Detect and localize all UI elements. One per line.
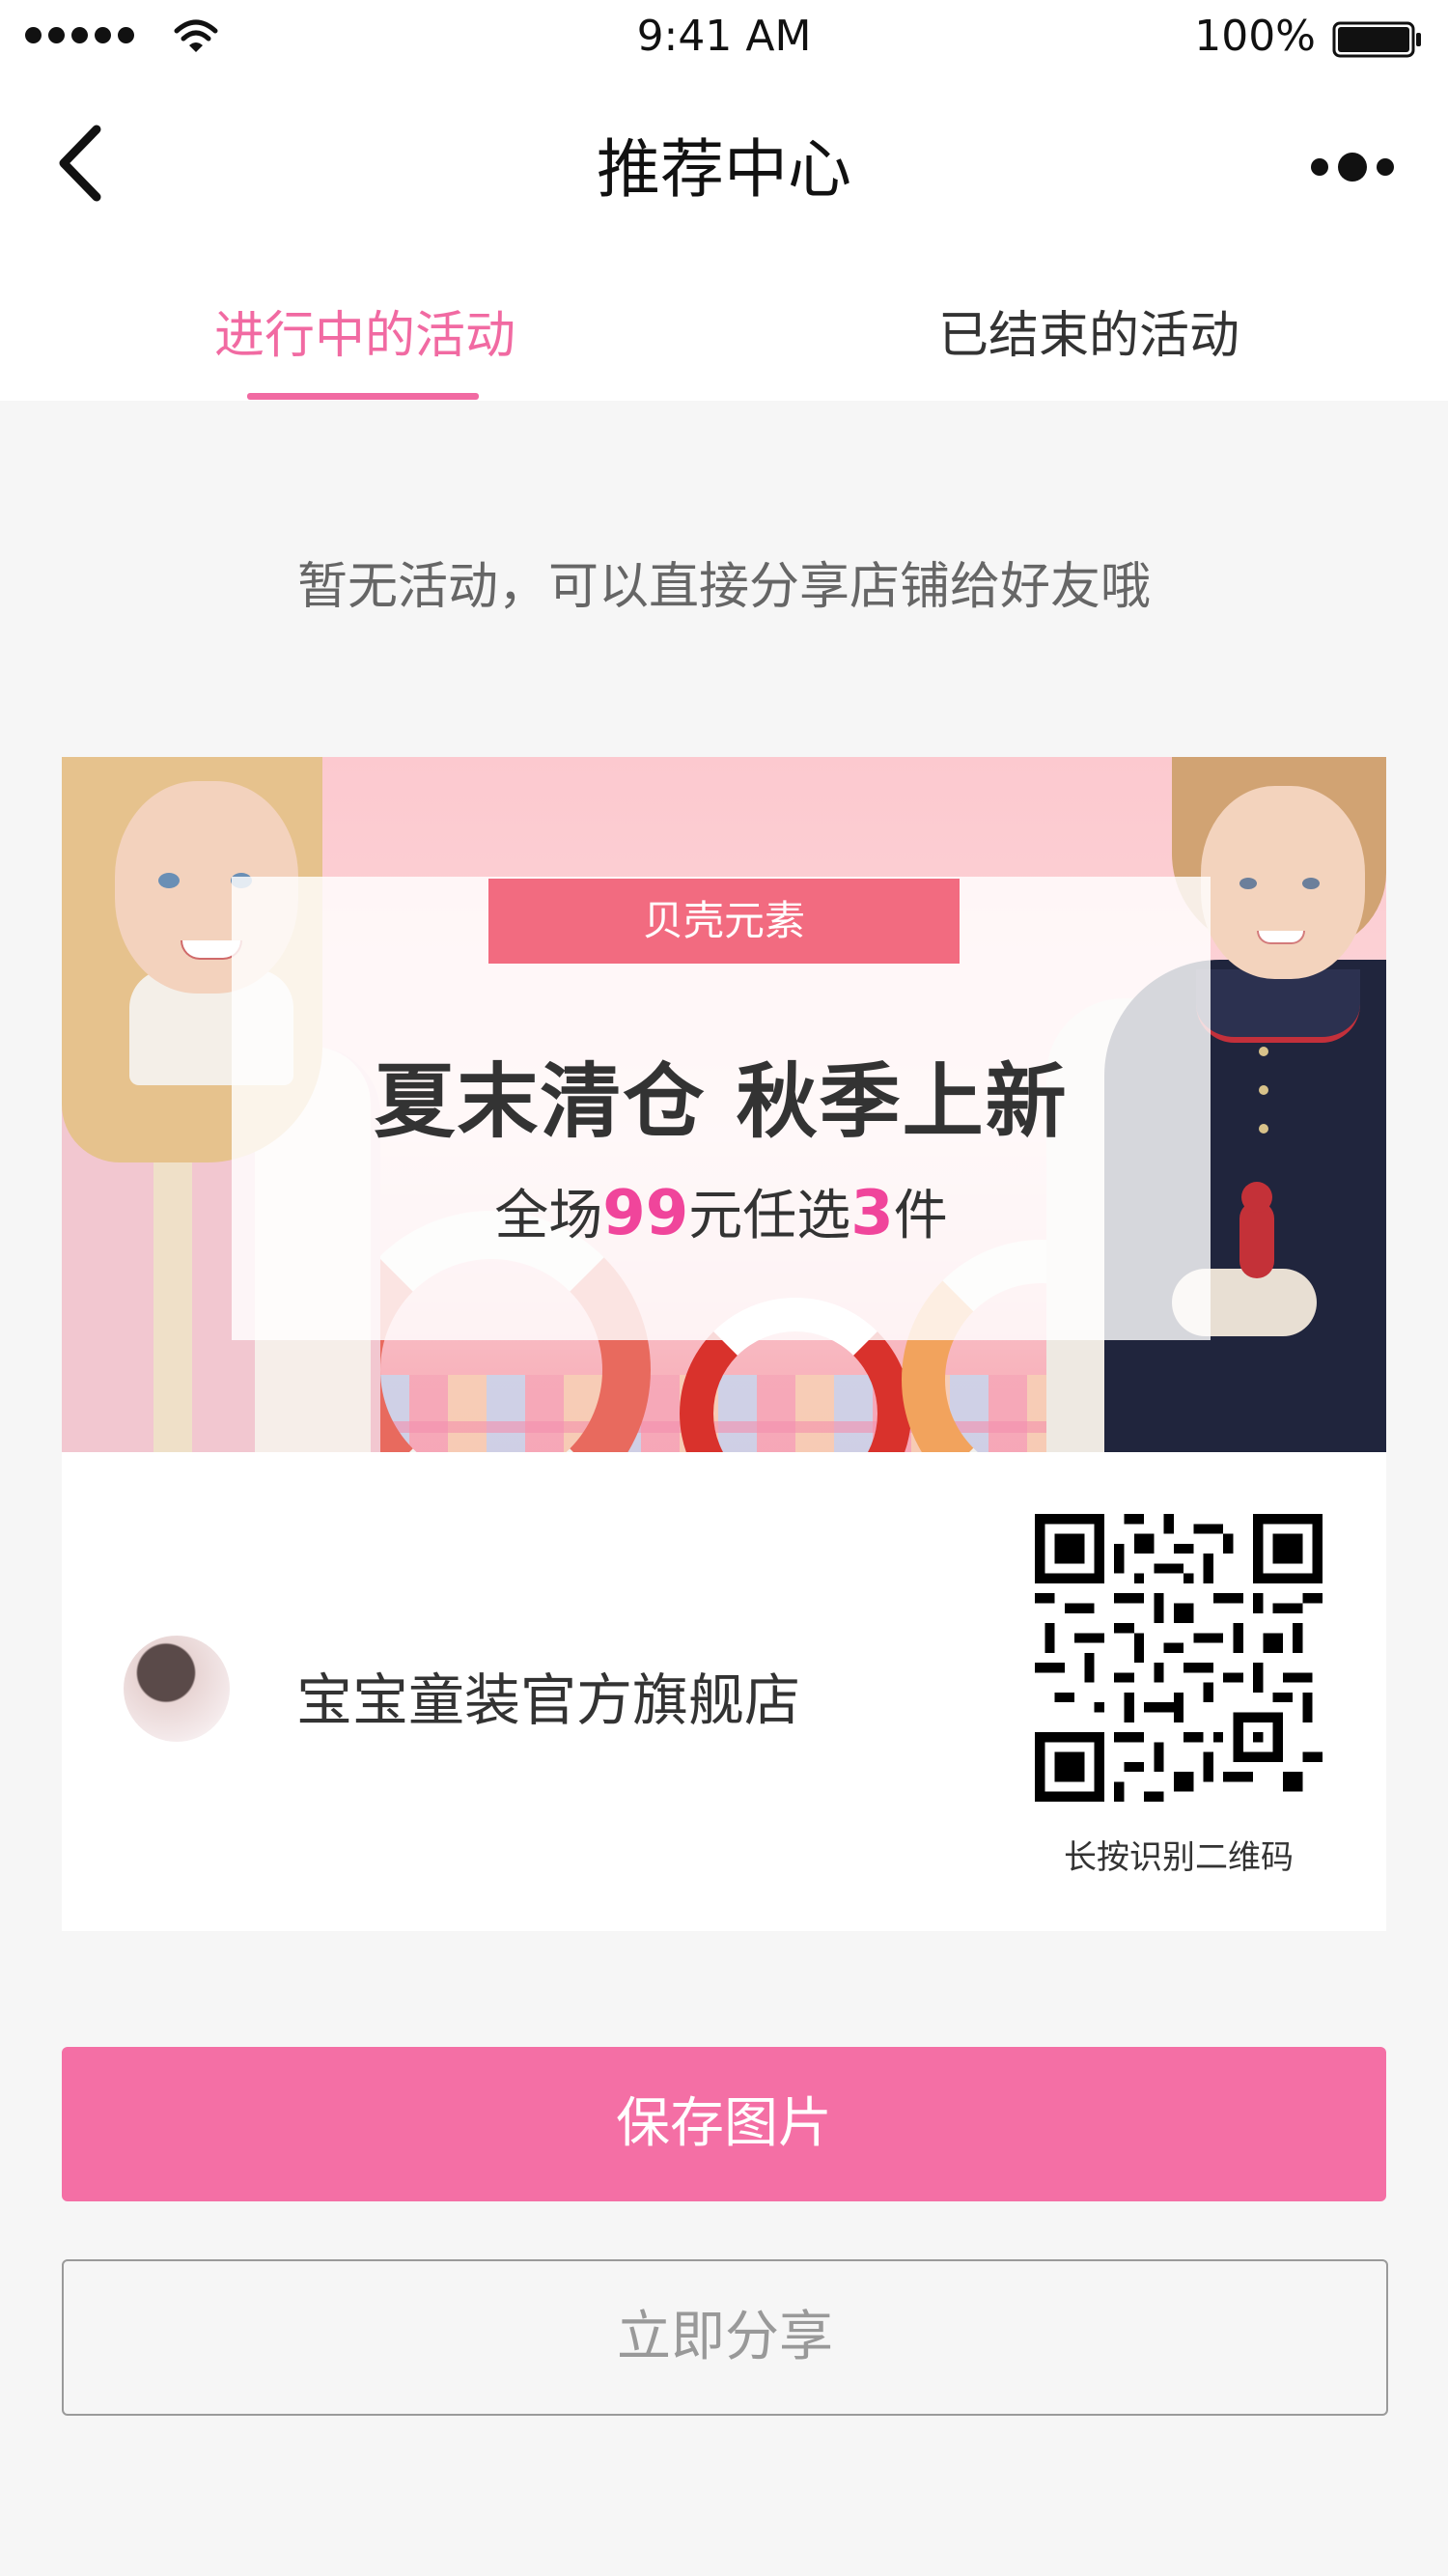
banner-promo-text: 全场99元任选3件 [494,1178,948,1249]
page-title: 推荐中心 [597,132,851,207]
banner-headline: 夏末清仓 秋季上新 [374,1054,1069,1149]
tab-ongoing-activities[interactable]: 进行中的活动 [214,294,515,367]
active-tab-indicator [247,393,479,400]
qr-caption: 长按识别二维码 [1064,1838,1294,1877]
share-poster: 贝壳元素 夏末清仓 秋季上新 全场99元任选3件 宝宝童装官方旗舰店 长按识别二… [62,757,1386,1931]
promo-banner-image: 贝壳元素 夏末清仓 秋季上新 全场99元任选3件 [62,757,1386,1452]
empty-state-message: 暂无活动，可以直接分享店铺给好友哦 [296,558,1151,616]
save-image-button[interactable]: 保存图片 [62,2047,1386,2201]
battery-icon [1332,21,1421,58]
navigation-bar: 推荐中心 [0,77,1448,246]
tab-ended-activities[interactable]: 已结束的活动 [938,294,1239,367]
share-now-button[interactable]: 立即分享 [62,2259,1388,2416]
shop-avatar [124,1636,230,1742]
more-options-icon[interactable] [1311,153,1394,182]
battery-percentage: 100% [1194,12,1316,61]
shop-name: 宝宝童装官方旗舰店 [296,1667,801,1733]
status-bar: 9:41 AM 100% [0,0,1448,77]
activity-tabs: 进行中的活动 已结束的活动 [0,246,1448,401]
brand-tag: 贝壳元素 [488,879,960,964]
qr-code[interactable] [1035,1514,1323,1802]
